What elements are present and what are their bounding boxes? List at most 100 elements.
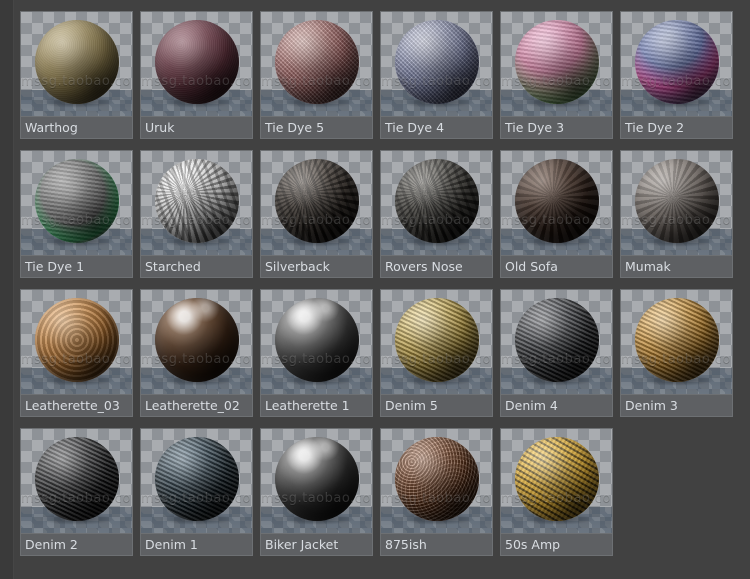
material-name-label: Tie Dye 2 xyxy=(621,116,732,138)
material-name-label: Warthog xyxy=(21,116,132,138)
material-sphere-preview xyxy=(274,159,359,243)
material-sphere-preview xyxy=(274,298,359,382)
material-sphere-preview xyxy=(394,437,479,521)
material-tile[interactable]: mssg.taobao.comBiker Jacket xyxy=(260,428,373,556)
material-tile[interactable]: mssg.taobao.comDenim 4 xyxy=(500,289,613,417)
sphere-rim-light xyxy=(155,159,239,243)
material-sphere-preview xyxy=(514,298,599,382)
material-sphere-preview xyxy=(634,20,719,104)
material-preview-thumbnail: mssg.taobao.com xyxy=(141,429,252,533)
material-tile[interactable]: mssg.taobao.comTie Dye 1 xyxy=(20,150,133,278)
material-name-label: Tie Dye 1 xyxy=(21,255,132,277)
material-name-label: Rovers Nose xyxy=(381,255,492,277)
material-tile[interactable]: mssg.taobao.comLeatherette 1 xyxy=(260,289,373,417)
material-preview-thumbnail: mssg.taobao.com xyxy=(381,429,492,533)
material-name-label: Leatherette_03 xyxy=(21,394,132,416)
sphere-rim-light xyxy=(155,20,239,104)
material-preview-thumbnail: mssg.taobao.com xyxy=(501,151,612,255)
material-tile[interactable]: mssg.taobao.comStarched xyxy=(140,150,253,278)
material-sphere-preview xyxy=(394,20,479,104)
material-tile[interactable]: mssg.taobao.comTie Dye 4 xyxy=(380,11,493,139)
material-name-label: Denim 5 xyxy=(381,394,492,416)
material-preview-thumbnail: mssg.taobao.com xyxy=(21,290,132,394)
sphere-rim-light xyxy=(35,437,119,521)
material-browser-panel: mssg.taobao.comWarthogmssg.taobao.comUru… xyxy=(0,0,750,579)
sphere-rim-light xyxy=(395,298,479,382)
material-name-label: Denim 2 xyxy=(21,533,132,555)
material-sphere-preview xyxy=(34,437,119,521)
material-name-label: Tie Dye 5 xyxy=(261,116,372,138)
material-sphere-preview xyxy=(154,159,239,243)
material-tile[interactable]: mssg.taobao.comDenim 1 xyxy=(140,428,253,556)
material-tile[interactable]: mssg.taobao.comTie Dye 5 xyxy=(260,11,373,139)
material-name-label: Denim 4 xyxy=(501,394,612,416)
material-name-label: Denim 1 xyxy=(141,533,252,555)
material-sphere-preview xyxy=(154,437,239,521)
material-preview-thumbnail: mssg.taobao.com xyxy=(621,12,732,116)
sphere-rim-light xyxy=(515,20,599,104)
sphere-rim-light xyxy=(635,159,719,243)
material-sphere-preview xyxy=(634,159,719,243)
material-preview-thumbnail: mssg.taobao.com xyxy=(261,151,372,255)
material-thumbnail-grid: mssg.taobao.comWarthogmssg.taobao.comUru… xyxy=(20,11,733,561)
material-tile[interactable]: mssg.taobao.comTie Dye 2 xyxy=(620,11,733,139)
material-tile[interactable]: mssg.taobao.comSilverback xyxy=(260,150,373,278)
material-name-label: Tie Dye 3 xyxy=(501,116,612,138)
material-preview-thumbnail: mssg.taobao.com xyxy=(501,429,612,533)
sphere-rim-light xyxy=(35,159,119,243)
material-tile[interactable]: mssg.taobao.comLeatherette_02 xyxy=(140,289,253,417)
sphere-rim-light xyxy=(275,298,359,382)
material-sphere-preview xyxy=(514,437,599,521)
material-tile[interactable]: mssg.taobao.comOld Sofa xyxy=(500,150,613,278)
sphere-rim-light xyxy=(515,159,599,243)
material-sphere-preview xyxy=(274,20,359,104)
sphere-rim-light xyxy=(395,20,479,104)
material-tile[interactable]: mssg.taobao.comWarthog xyxy=(20,11,133,139)
material-tile[interactable]: mssg.taobao.com50s Amp xyxy=(500,428,613,556)
material-sphere-preview xyxy=(274,437,359,521)
material-preview-thumbnail: mssg.taobao.com xyxy=(261,290,372,394)
sphere-rim-light xyxy=(35,298,119,382)
material-sphere-preview xyxy=(154,20,239,104)
material-preview-thumbnail: mssg.taobao.com xyxy=(141,290,252,394)
material-preview-thumbnail: mssg.taobao.com xyxy=(501,12,612,116)
material-tile[interactable]: mssg.taobao.com875ish xyxy=(380,428,493,556)
sphere-rim-light xyxy=(635,298,719,382)
sphere-rim-light xyxy=(635,20,719,104)
material-tile[interactable]: mssg.taobao.comDenim 3 xyxy=(620,289,733,417)
material-tile[interactable]: mssg.taobao.comDenim 5 xyxy=(380,289,493,417)
material-tile[interactable]: mssg.taobao.comTie Dye 3 xyxy=(500,11,613,139)
material-name-label: 50s Amp xyxy=(501,533,612,555)
material-sphere-preview xyxy=(394,159,479,243)
sphere-rim-light xyxy=(275,437,359,521)
material-name-label: Starched xyxy=(141,255,252,277)
sphere-rim-light xyxy=(275,159,359,243)
panel-left-gutter xyxy=(0,0,14,579)
material-name-label: Mumak xyxy=(621,255,732,277)
material-tile[interactable]: mssg.taobao.comLeatherette_03 xyxy=(20,289,133,417)
material-name-label: Old Sofa xyxy=(501,255,612,277)
material-name-label: Leatherette_02 xyxy=(141,394,252,416)
material-name-label: Leatherette 1 xyxy=(261,394,372,416)
sphere-rim-light xyxy=(515,437,599,521)
material-sphere-preview xyxy=(514,159,599,243)
material-sphere-preview xyxy=(634,298,719,382)
sphere-rim-light xyxy=(35,20,119,104)
material-preview-thumbnail: mssg.taobao.com xyxy=(381,290,492,394)
material-name-label: 875ish xyxy=(381,533,492,555)
material-name-label: Tie Dye 4 xyxy=(381,116,492,138)
material-preview-thumbnail: mssg.taobao.com xyxy=(381,151,492,255)
material-name-label: Denim 3 xyxy=(621,394,732,416)
material-sphere-preview xyxy=(34,20,119,104)
material-sphere-preview xyxy=(514,20,599,104)
material-tile[interactable]: mssg.taobao.comUruk xyxy=(140,11,253,139)
material-tile[interactable]: mssg.taobao.comMumak xyxy=(620,150,733,278)
material-preview-thumbnail: mssg.taobao.com xyxy=(141,151,252,255)
material-name-label: Silverback xyxy=(261,255,372,277)
material-tile[interactable]: mssg.taobao.comRovers Nose xyxy=(380,150,493,278)
material-sphere-preview xyxy=(154,298,239,382)
material-tile[interactable]: mssg.taobao.comDenim 2 xyxy=(20,428,133,556)
material-sphere-preview xyxy=(34,298,119,382)
material-preview-thumbnail: mssg.taobao.com xyxy=(141,12,252,116)
material-preview-thumbnail: mssg.taobao.com xyxy=(21,12,132,116)
